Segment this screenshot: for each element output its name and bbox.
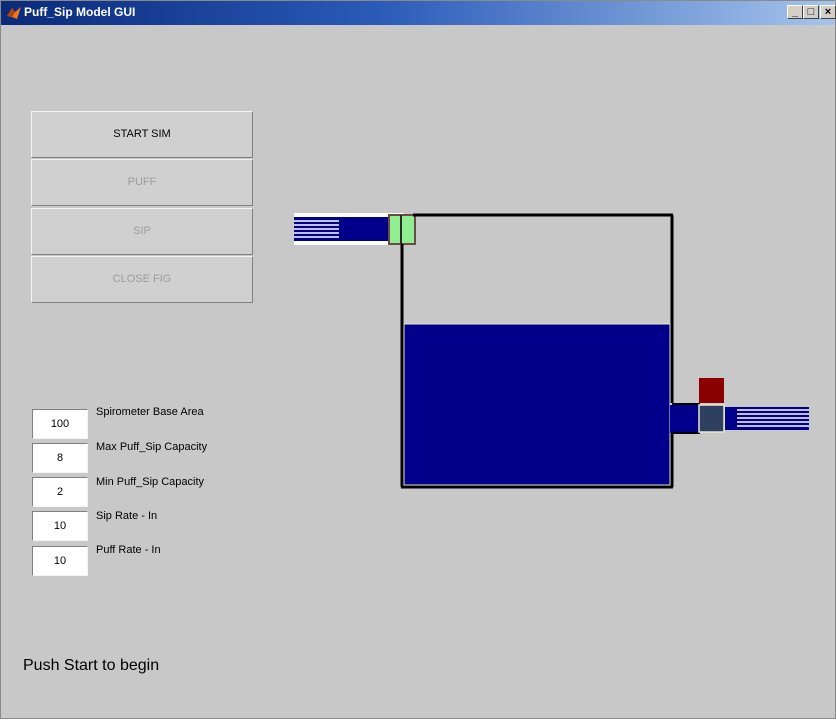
spirometer-diagram <box>294 213 809 489</box>
chamber-fluid <box>403 323 671 486</box>
outlet-valve-closed <box>699 378 724 403</box>
outlet-valve <box>698 404 725 433</box>
figure-window: Puff_Sip Model GUI _ □ × START SIM PUFF … <box>0 0 836 719</box>
outlet-neck-fluid <box>670 405 700 433</box>
